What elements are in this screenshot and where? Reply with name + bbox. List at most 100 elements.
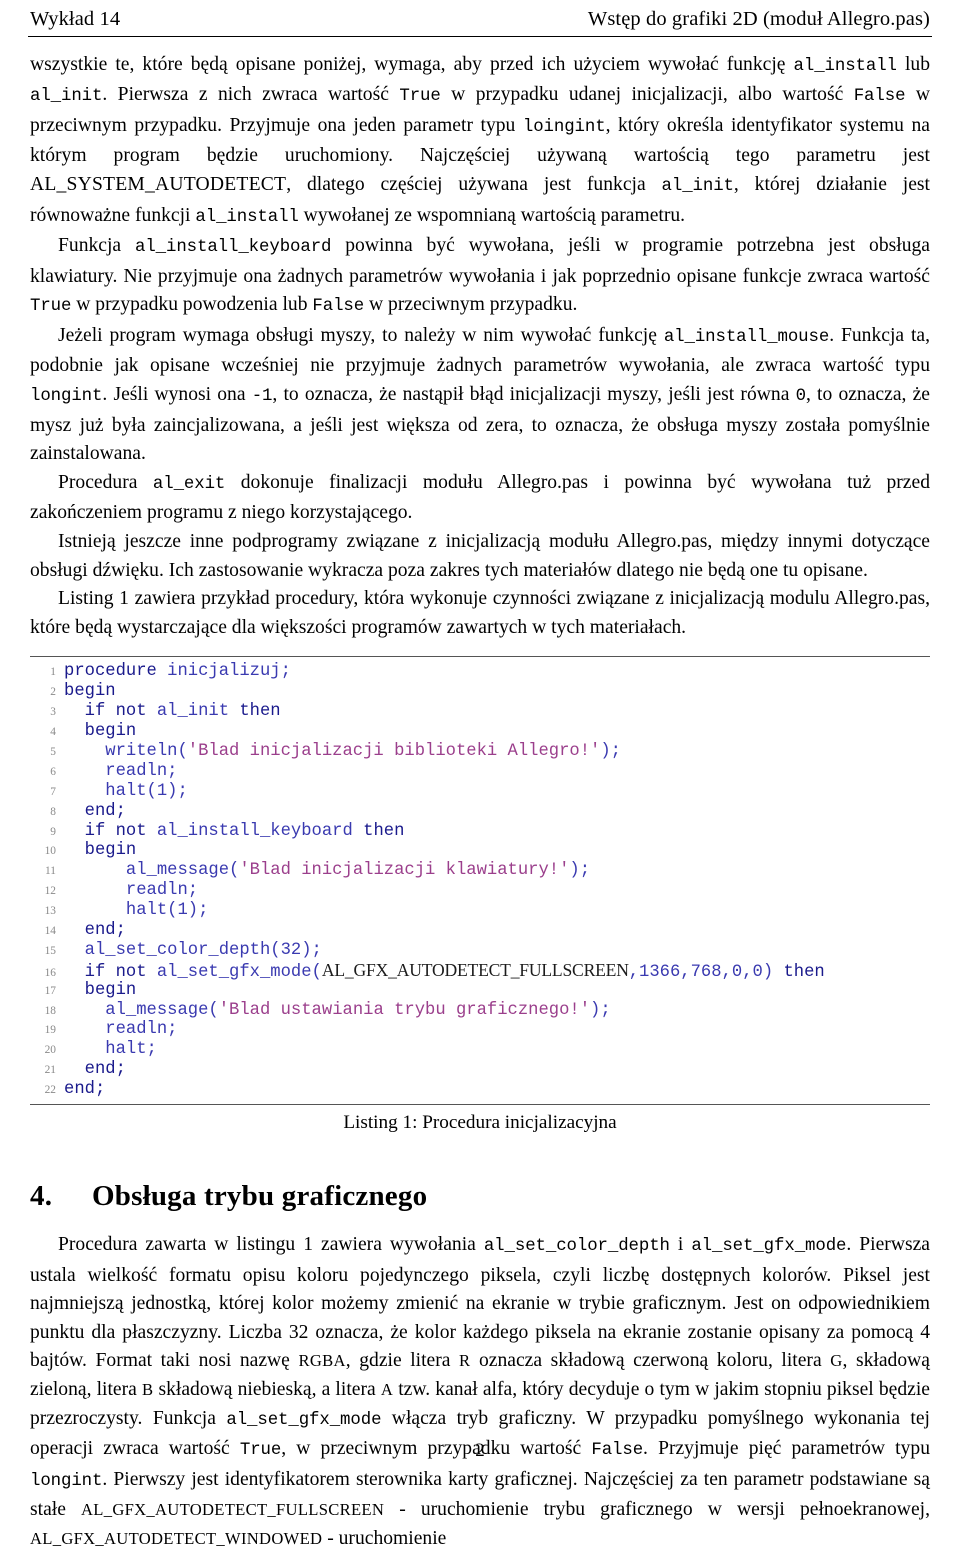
code-token-idn: readln; bbox=[105, 1020, 178, 1040]
smallcaps-a: A bbox=[380, 1379, 394, 1399]
code-token-kw: end; bbox=[64, 1080, 106, 1100]
paragraph-al-exit: Procedura al_exit dokonuje finalizacji m… bbox=[30, 469, 930, 528]
code-line-number: 20 bbox=[44, 1044, 56, 1057]
smallcaps-gfx-autodetect-fullscreen: AL_GFX_AUTODETECT_FULLSCREEN bbox=[81, 1500, 385, 1520]
code-line-number: 6 bbox=[50, 765, 56, 778]
code-line-number: 12 bbox=[44, 885, 56, 898]
smallcaps-g: G bbox=[830, 1351, 843, 1371]
smallcaps-r: R bbox=[459, 1351, 471, 1371]
text-run: , dlatego częściej używana jest funkcja bbox=[286, 173, 662, 195]
section-heading: 4. Obsługa trybu graficznego bbox=[28, 1180, 932, 1213]
inline-code-al-init: al_init bbox=[30, 87, 103, 107]
code-token-pln bbox=[64, 981, 85, 1000]
code-token-pln bbox=[64, 762, 105, 781]
page-number: 2 bbox=[475, 1440, 485, 1461]
code-line-number: 1 bbox=[50, 666, 56, 679]
header-right-title: Wstęp do grafiki 2D (moduł Allegro.pas) bbox=[587, 8, 930, 30]
text-run: składową niebieską, a litera bbox=[153, 1378, 381, 1400]
code-token-idn: al_init bbox=[146, 702, 240, 722]
code-line: 4 begin bbox=[30, 722, 930, 742]
page-footer: 2 bbox=[0, 1440, 960, 1462]
code-listing-block: 1 procedure inicjalizuj; 2 begin 3 if not al… bbox=[28, 656, 932, 1134]
text-run: oznacza składową czerwoną koloru, litera bbox=[470, 1350, 831, 1372]
code-token-idn: halt; bbox=[105, 1040, 157, 1060]
code-token-idn: ); bbox=[600, 741, 621, 761]
code-line: 6 readln; bbox=[30, 762, 930, 782]
inline-code-false: False bbox=[853, 87, 906, 107]
header-rule bbox=[28, 35, 932, 37]
code-token-pln bbox=[64, 881, 126, 900]
inline-code-al-set-gfx-mode: al_set_gfx_mode bbox=[691, 1237, 847, 1257]
smallcaps-b: B bbox=[141, 1379, 154, 1399]
code-line-number: 21 bbox=[44, 1064, 56, 1077]
code-token-idn: ); bbox=[590, 1000, 611, 1020]
code-line-number: 10 bbox=[44, 845, 56, 858]
text-run: w przypadku udanej inicjalizacji, albo w… bbox=[440, 84, 854, 106]
code-token-idn: al_set_color_depth(32); bbox=[84, 940, 322, 960]
text-run: w przypadku powodzenia lub bbox=[71, 294, 313, 316]
code-token-pln bbox=[64, 702, 85, 721]
code-token-pln bbox=[64, 861, 126, 880]
code-token-pln bbox=[64, 1001, 105, 1020]
code-token-idn: writeln( bbox=[105, 741, 188, 761]
code-token-kw: then bbox=[363, 821, 405, 841]
inline-code-al-init-2: al_init bbox=[661, 176, 734, 196]
inline-code-true: True bbox=[399, 87, 441, 107]
code-line-number: 18 bbox=[44, 1004, 56, 1017]
code-token-idn: readln; bbox=[125, 881, 199, 901]
code-token-idn: al_message( bbox=[125, 861, 240, 881]
code-token-idn: al_message( bbox=[105, 1000, 219, 1020]
text-run: w przeciwnym przypadku. bbox=[364, 294, 578, 316]
code-token-const: AL_GFX_AUTODETECT_FULLSCREEN bbox=[321, 959, 629, 980]
header-left-title: Wykład 14 bbox=[30, 8, 121, 30]
section-title: Obsługa trybu graficznego bbox=[92, 1180, 428, 1213]
code-token-idn: inicjalizuj; bbox=[156, 662, 291, 682]
code-token-kw: begin bbox=[84, 841, 137, 861]
code-line: 3 if not al_init then bbox=[30, 702, 930, 722]
code-token-idn: readln; bbox=[105, 761, 178, 781]
code-line: 13 halt(1); bbox=[30, 901, 930, 921]
code-line: 12 readln; bbox=[30, 881, 930, 901]
code-line: 14 end; bbox=[30, 921, 930, 941]
code-token-kw: end; bbox=[84, 921, 126, 940]
document-page: Wykład 14 Wstęp do grafiki 2D (moduł All… bbox=[0, 0, 960, 1549]
inline-code-false-2: False bbox=[312, 297, 365, 317]
smallcaps-al-system-autodetect: AL_SYSTEM_AUTODETECT bbox=[30, 173, 287, 195]
code-line-number: 2 bbox=[50, 686, 56, 699]
code-token-pln bbox=[64, 822, 85, 841]
inline-code-al-set-gfx-mode-2: al_set_gfx_mode bbox=[226, 1410, 382, 1430]
main-body-text: wszystkie te, które będą opisane poniżej… bbox=[28, 51, 932, 643]
smallcaps-rgba: RGBA bbox=[298, 1351, 346, 1371]
inline-code-al-install: al_install bbox=[793, 56, 897, 76]
code-line-number: 3 bbox=[50, 706, 56, 719]
code-line-number: 8 bbox=[50, 805, 56, 818]
code-line: 21 end; bbox=[30, 1060, 930, 1080]
code-token-idn: ,1366,768,0,0) bbox=[628, 962, 774, 982]
code-line: 8 end; bbox=[30, 802, 930, 822]
code-token-kw: end; bbox=[84, 1060, 126, 1080]
text-run: i bbox=[669, 1234, 692, 1256]
code-token-kw: begin bbox=[64, 682, 116, 702]
code-token-pln bbox=[64, 722, 85, 741]
text-run: . Pierwsza z nich zwraca wartość bbox=[102, 84, 400, 106]
code-line: 19 readln; bbox=[30, 1020, 930, 1040]
paragraph-graphics-mode: Procedura zawarta w listingu 1 zawiera w… bbox=[30, 1231, 930, 1554]
code-line-number: 14 bbox=[44, 925, 56, 937]
text-run: - uruchomienie bbox=[322, 1527, 447, 1549]
code-line-number: 7 bbox=[50, 785, 56, 798]
code-token-idn: halt(1); bbox=[125, 901, 209, 921]
code-token-kw: if not bbox=[84, 702, 147, 722]
inline-code-al-set-color-depth: al_set_color_depth bbox=[483, 1237, 670, 1257]
code-token-kw: if not bbox=[84, 962, 147, 982]
code-token-pln bbox=[64, 921, 85, 940]
code-token-idn: halt(1); bbox=[105, 781, 188, 801]
inline-code-zero: 0 bbox=[795, 387, 806, 407]
code-token-pln bbox=[64, 1020, 105, 1039]
paragraph-listing-intro: Listing 1 zawiera przykład procedury, kt… bbox=[30, 588, 930, 638]
code-line-number: 19 bbox=[44, 1024, 56, 1037]
code-line: 20 halt; bbox=[30, 1040, 930, 1060]
code-token-kw: begin bbox=[84, 980, 137, 1000]
code-token-pln bbox=[64, 963, 85, 982]
paragraph-install-init: wszystkie te, które będą opisane poniżej… bbox=[30, 51, 930, 233]
text-run: Funkcja bbox=[58, 235, 135, 257]
